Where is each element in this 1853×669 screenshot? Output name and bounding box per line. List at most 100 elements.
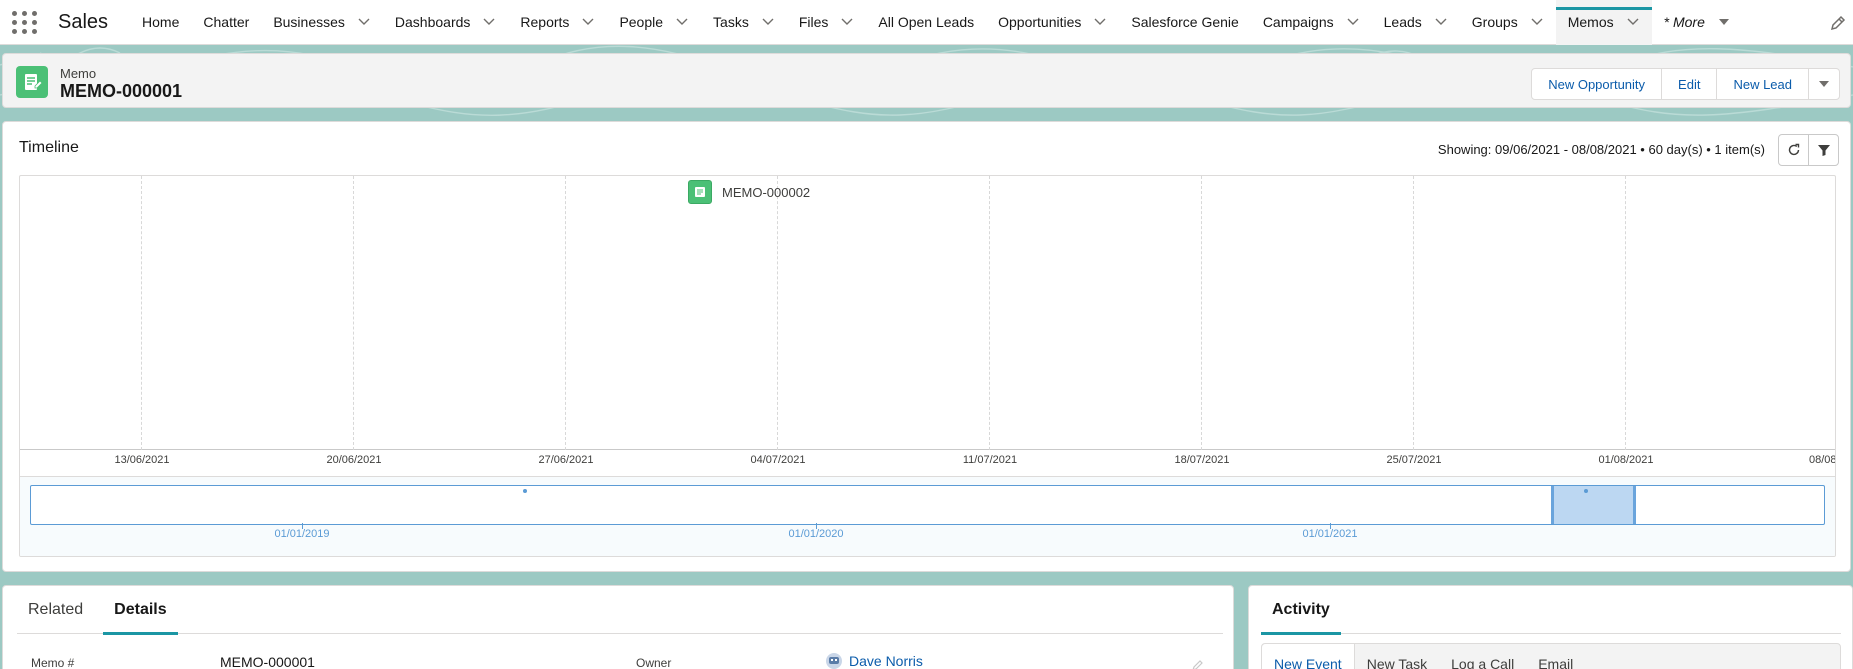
nav-item-label: Dashboards: [394, 14, 471, 30]
new-opportunity-button[interactable]: New Opportunity: [1531, 68, 1663, 100]
nav-item-groups[interactable]: Groups: [1460, 0, 1556, 45]
nav-item-tasks[interactable]: Tasks: [701, 0, 787, 45]
new-task-tab[interactable]: New Task: [1355, 644, 1439, 669]
nav-item-campaigns[interactable]: Campaigns: [1251, 0, 1372, 45]
timeline-tick-label: 18/07/2021: [1174, 454, 1230, 466]
tab-details[interactable]: Details: [103, 586, 179, 635]
overview-selection-window[interactable]: [1551, 486, 1636, 524]
chevron-down-icon[interactable]: [840, 15, 854, 29]
memo-record-icon: [16, 66, 48, 98]
chevron-down-icon[interactable]: [1093, 15, 1107, 29]
nav-item-reports[interactable]: Reports: [508, 0, 607, 45]
timeline-tick-label: 13/06/2021: [114, 454, 170, 466]
more-actions-button[interactable]: [1808, 68, 1840, 100]
nav-item-label: Files: [798, 14, 829, 30]
new-event-tab[interactable]: New Event: [1262, 644, 1355, 669]
nav-item-dashboards[interactable]: Dashboards: [383, 0, 509, 45]
nav-item-opportunities[interactable]: Opportunities: [986, 0, 1119, 45]
nav-item-label: People: [619, 14, 664, 30]
user-avatar-icon: [826, 653, 842, 669]
nav-item-label: Tasks: [713, 14, 749, 30]
overview-tick-label: 01/01/2021: [1302, 528, 1358, 540]
memo-number-value: MEMO-000001: [220, 654, 315, 669]
chevron-down-icon[interactable]: [1530, 15, 1544, 29]
owner-link[interactable]: Dave Norris: [825, 652, 923, 669]
nav-item-businesses[interactable]: Businesses: [261, 0, 383, 45]
overview-brush-track[interactable]: [30, 485, 1825, 525]
record-title: MEMO-000001: [60, 81, 183, 101]
nav-item-label: Businesses: [273, 14, 345, 30]
app-launcher-icon[interactable]: [12, 9, 38, 35]
chevron-down-icon[interactable]: [1434, 15, 1448, 29]
chevron-down-icon[interactable]: [357, 15, 371, 29]
nav-item-more[interactable]: * More: [1652, 0, 1743, 45]
filter-icon: [1817, 145, 1830, 156]
chevron-down-icon[interactable]: [482, 15, 496, 29]
timeline-card: Timeline Showing: 09/06/2021 - 08/08/202…: [2, 121, 1851, 572]
timeline-tick-label: 27/06/2021: [538, 454, 594, 466]
nav-item-label: Home: [142, 14, 180, 30]
nav-item-home[interactable]: Home: [130, 0, 191, 45]
nav-item-label: All Open Leads: [878, 14, 975, 30]
timeline-area: MEMO-000002 13/06/2021 20/06/2021 27/06/…: [19, 175, 1836, 557]
activity-card: Activity New Event New Task Log a Call E…: [1248, 585, 1853, 669]
nav-item-people[interactable]: People: [607, 0, 701, 45]
activity-tabs: Activity: [1261, 586, 1841, 635]
owner-name: Dave Norris: [849, 653, 923, 669]
overview-event-marker: [1584, 489, 1588, 493]
overview-tick-label: 01/01/2020: [788, 528, 844, 540]
nav-item-label: Salesforce Genie: [1131, 14, 1239, 30]
edit-button[interactable]: Edit: [1661, 68, 1718, 100]
nav-item-leads[interactable]: Leads: [1372, 0, 1460, 45]
gridline: [1413, 176, 1414, 450]
nav-item-label: * More: [1663, 14, 1705, 30]
nav-item-files[interactable]: Files: [787, 0, 867, 45]
nav-item-label: Chatter: [203, 14, 250, 30]
caret-down-icon[interactable]: [1717, 15, 1731, 29]
timeline-overview: 01/01/2019 01/01/2020 01/01/2021: [20, 476, 1835, 556]
chevron-down-icon[interactable]: [761, 15, 775, 29]
timeline-event[interactable]: MEMO-000002: [688, 180, 810, 204]
refresh-button[interactable]: [1778, 134, 1809, 166]
record-object-type: Memo: [60, 66, 97, 81]
record-tabs: Related Details: [17, 586, 1223, 635]
owner-label: Owner: [636, 656, 672, 669]
gridline: [1625, 176, 1626, 450]
overview-event-marker: [523, 489, 527, 493]
nav-item-chatter[interactable]: Chatter: [191, 0, 261, 45]
chevron-down-icon[interactable]: [675, 15, 689, 29]
timeline-tick-label: 01/08/2021: [1598, 454, 1654, 466]
chevron-down-icon[interactable]: [581, 15, 595, 29]
timeline-title: Timeline: [19, 139, 79, 156]
new-lead-button[interactable]: New Lead: [1716, 68, 1809, 100]
chevron-down-icon[interactable]: [1346, 15, 1360, 29]
caret-down-icon: [1819, 81, 1829, 87]
gridline: [989, 176, 990, 450]
email-tab[interactable]: Email: [1526, 644, 1585, 669]
timeline-tick-label: 08/08: [1809, 454, 1836, 466]
filter-button[interactable]: [1808, 134, 1839, 166]
timeline-plot[interactable]: MEMO-000002: [20, 176, 1835, 450]
nav-items: Home Chatter Businesses Dashboards Repor…: [130, 0, 1743, 45]
timeline-tick-label: 11/07/2021: [962, 454, 1018, 466]
gridline: [777, 176, 778, 450]
chevron-down-icon[interactable]: [1626, 15, 1640, 29]
overview-tick-label: 01/01/2019: [274, 528, 330, 540]
gridline: [1201, 176, 1202, 450]
nav-item-label: Leads: [1383, 14, 1422, 30]
tab-related[interactable]: Related: [17, 586, 94, 634]
details-card: Related Details Memo # MEMO-000001 Owner…: [2, 585, 1234, 669]
edit-nav-pencil-icon[interactable]: [1829, 14, 1847, 32]
nav-item-salesforce-genie[interactable]: Salesforce Genie: [1119, 0, 1250, 45]
log-a-call-tab[interactable]: Log a Call: [1439, 644, 1526, 669]
nav-item-memos[interactable]: Memos: [1555, 0, 1652, 45]
timeline-tick-label: 04/07/2021: [750, 454, 806, 466]
memo-number-label: Memo #: [31, 656, 75, 669]
tab-activity[interactable]: Activity: [1261, 586, 1341, 635]
record-header: Memo MEMO-000001 New Opportunity Edit Ne…: [2, 53, 1851, 108]
timeline-tick-label: 20/06/2021: [326, 454, 382, 466]
timeline-event-label: MEMO-000002: [722, 184, 811, 200]
change-owner-icon[interactable]: [1191, 658, 1205, 669]
nav-item-label: Opportunities: [998, 14, 1082, 30]
nav-item-all-open-leads[interactable]: All Open Leads: [866, 0, 986, 45]
